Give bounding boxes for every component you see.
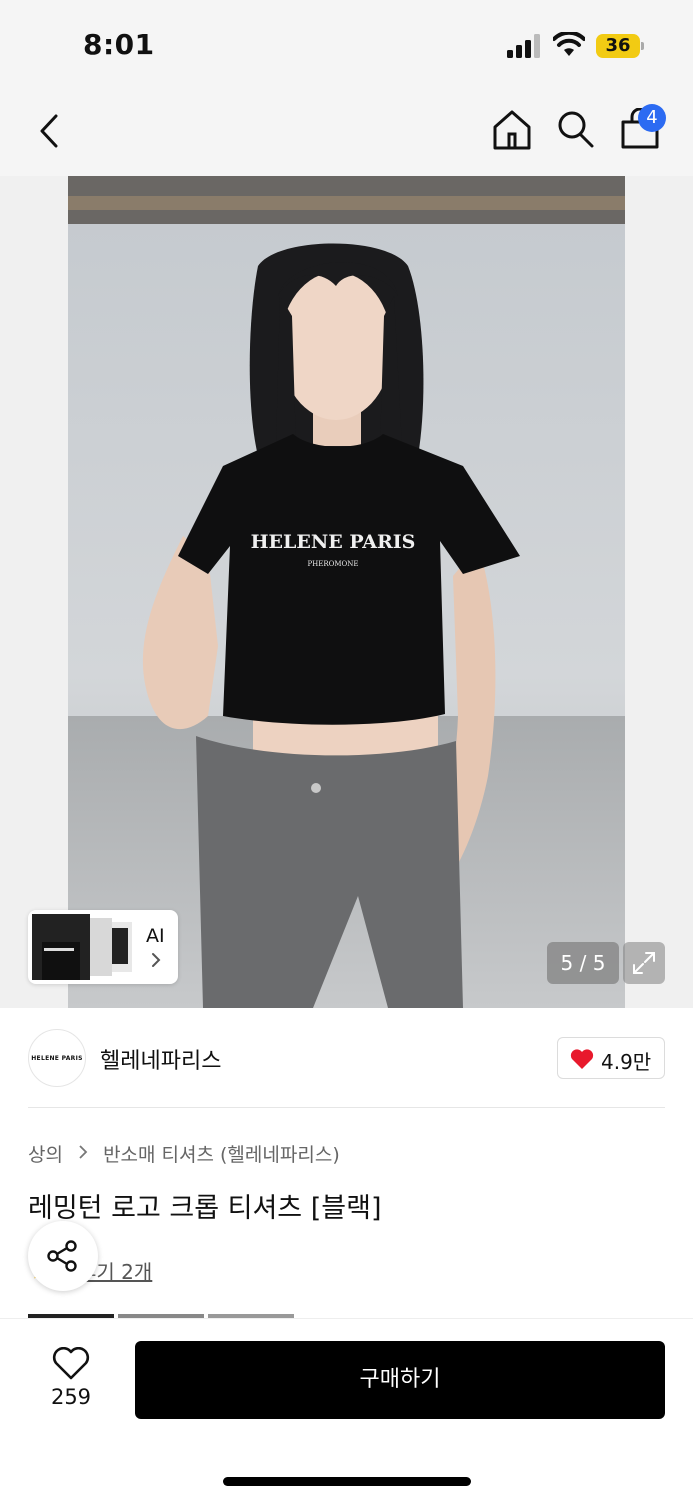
category-breadcrumb: 상의 반소매 티셔츠 (헬레네파리스) — [28, 1140, 340, 1167]
brand-logo[interactable]: HELENE PARIS — [28, 1029, 86, 1087]
back-chevron-icon[interactable] — [36, 112, 64, 150]
ai-label: AI — [146, 925, 165, 947]
search-icon[interactable] — [555, 108, 595, 150]
expand-icon — [633, 952, 655, 974]
product-photo: HELENE PARIS PHEROMONE — [68, 176, 625, 1008]
wish-count: 259 — [50, 1385, 92, 1409]
product-image-gallery[interactable]: HELENE PARIS PHEROMONE AI 5 / 5 — [0, 176, 693, 1008]
brand-like-button[interactable]: 4.9만 — [557, 1037, 665, 1079]
home-indicator — [223, 1477, 471, 1486]
cart-count-badge: 4 — [638, 104, 666, 132]
status-time: 8:01 — [83, 28, 155, 61]
breadcrumb-category[interactable]: 상의 — [28, 1140, 63, 1167]
share-button[interactable] — [28, 1221, 98, 1291]
product-title: 레밍턴 로고 크롭 티셔츠 [블랙] — [28, 1193, 382, 1224]
ai-styling-card[interactable]: AI — [28, 910, 178, 984]
heart-outline-icon[interactable] — [52, 1347, 90, 1381]
brand-like-count: 4.9만 — [601, 1050, 652, 1074]
shirt-print-text: HELENE PARIS — [251, 531, 416, 553]
chevron-right-icon — [152, 953, 161, 967]
cellular-signal-icon — [507, 34, 540, 58]
top-nav-bar — [0, 90, 693, 176]
divider — [28, 1107, 665, 1108]
breadcrumb-subcategory[interactable]: 반소매 티셔츠 (헬레네파리스) — [103, 1140, 340, 1167]
battery-percent: 36 — [605, 35, 631, 56]
share-icon — [47, 1240, 77, 1272]
bottom-action-bar: 259 구매하기 — [0, 1318, 693, 1500]
shirt-print-subtext: PHEROMONE — [307, 560, 358, 568]
heart-filled-icon — [570, 1049, 594, 1069]
ai-thumbnail-stack — [32, 914, 132, 980]
chevron-right-icon — [79, 1145, 88, 1159]
image-counter: 5 / 5 — [547, 942, 619, 984]
home-icon[interactable] — [490, 108, 534, 152]
brand-name[interactable]: 헬레네파리스 — [100, 1043, 221, 1075]
buy-button[interactable]: 구매하기 — [135, 1341, 665, 1419]
wifi-icon — [553, 32, 585, 56]
status-bar: 8:01 36 — [0, 0, 693, 90]
battery-indicator: 36 — [596, 34, 644, 58]
expand-button[interactable] — [623, 942, 665, 984]
